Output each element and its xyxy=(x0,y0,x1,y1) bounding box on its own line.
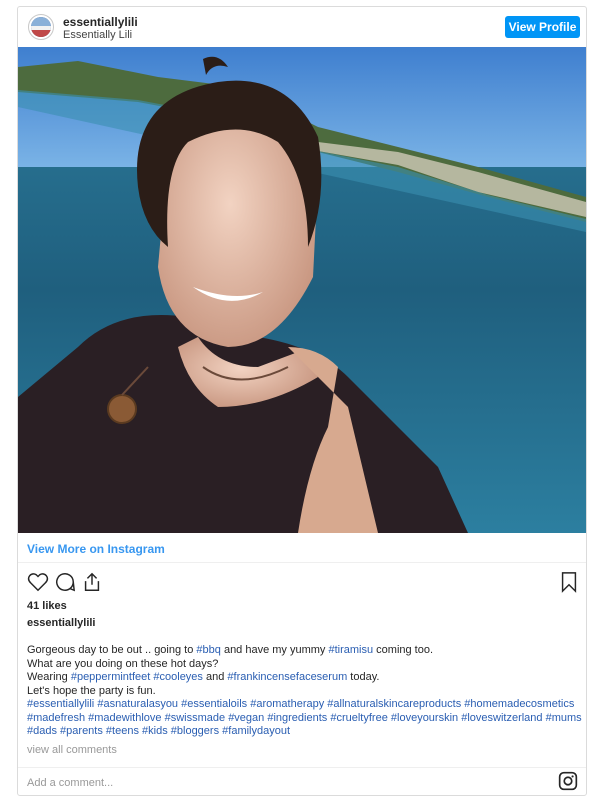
comment-icon[interactable] xyxy=(54,571,76,593)
divider xyxy=(18,562,586,563)
hashtag-link[interactable]: #vegan xyxy=(228,712,264,724)
hashtag-link[interactable]: #essentiallylili xyxy=(27,698,94,710)
caption-text: Gorgeous day to be out .. going to xyxy=(27,644,197,656)
hashtag-link[interactable]: #mums xyxy=(546,712,582,724)
like-count[interactable]: 41 likes xyxy=(27,600,67,612)
hashtag-link[interactable]: #crueltyfree xyxy=(330,712,387,724)
caption-text: What are you doing on these hot days? xyxy=(27,657,219,670)
username-link[interactable]: essentiallylili xyxy=(63,15,138,29)
caption-username[interactable]: essentiallylili xyxy=(27,617,95,629)
hashtag-link[interactable]: #bbq xyxy=(196,644,220,656)
caption-text: Wearing xyxy=(27,671,71,683)
share-icon[interactable] xyxy=(81,571,103,593)
display-name: Essentially Lili xyxy=(63,29,133,41)
caption-line: What are you doing on these hot days? xyxy=(27,658,579,672)
hashtag-link[interactable]: #frankincensefaceserum xyxy=(227,671,347,683)
hashtag-link[interactable]: #teens xyxy=(106,725,139,737)
hashtag-link[interactable]: #essentialoils xyxy=(181,698,247,710)
post-header: essentiallylili Essentially Lili View Pr… xyxy=(18,7,586,47)
avatar[interactable] xyxy=(28,14,54,40)
hashtag-link[interactable]: #loveswitzerland xyxy=(461,712,542,724)
hashtag-link[interactable]: #cooleyes xyxy=(153,671,203,683)
hashtag-link[interactable]: #aromatherapy xyxy=(250,698,324,710)
hashtag-link[interactable]: #madewithlove xyxy=(88,712,161,724)
caption-text: coming too. xyxy=(373,644,434,656)
hashtag-link[interactable]: #ingredients xyxy=(267,712,327,724)
post-photo[interactable] xyxy=(18,47,586,533)
hashtag-link[interactable]: #familydayout xyxy=(222,725,290,737)
hashtag-link[interactable]: #swissmade xyxy=(165,712,226,724)
view-profile-button[interactable]: View Profile xyxy=(505,16,580,38)
caption-text: Let's hope the party is fun. xyxy=(27,684,156,697)
hashtag-link[interactable]: #loveyourskin xyxy=(391,712,458,724)
caption-line: #essentiallylili #asnaturalasyou #essent… xyxy=(27,698,579,712)
action-bar xyxy=(27,571,579,595)
hashtag-link[interactable]: #parents xyxy=(60,725,103,737)
view-all-comments-link[interactable]: view all comments xyxy=(27,744,117,756)
caption-text: today. xyxy=(347,671,380,683)
hashtag-link[interactable]: #dads xyxy=(27,725,57,737)
view-more-on-instagram-link[interactable]: View More on Instagram xyxy=(27,542,165,556)
caption-text: and xyxy=(202,671,228,683)
hashtag-link[interactable]: #kids xyxy=(142,725,168,737)
hashtag-link[interactable]: #homemadecosmetics xyxy=(464,698,574,710)
caption-line: Wearing #peppermintfeet #cooleyes and #f… xyxy=(27,671,579,685)
caption-line: Gorgeous day to be out .. going to #bbq … xyxy=(27,644,579,658)
hashtag-link[interactable]: #asnaturalasyou xyxy=(97,698,178,710)
heart-icon[interactable] xyxy=(27,571,49,593)
instagram-icon[interactable] xyxy=(558,771,578,791)
add-comment-input[interactable] xyxy=(27,775,327,791)
comment-divider xyxy=(18,767,586,768)
instagram-embed-card: essentiallylili Essentially Lili View Pr… xyxy=(17,6,587,796)
hashtag-link[interactable]: #tiramisu xyxy=(328,644,373,656)
hashtag-link[interactable]: #madefresh xyxy=(27,712,85,724)
post-photo-image xyxy=(18,47,586,533)
hashtag-link[interactable]: #bloggers xyxy=(171,725,219,737)
caption-line: #madefresh #madewithlove #swissmade #veg… xyxy=(27,712,582,726)
avatar-image xyxy=(31,17,51,37)
caption-line: Let's hope the party is fun. xyxy=(27,685,579,699)
caption-text: and have my yummy xyxy=(220,644,329,656)
hashtag-link[interactable]: #peppermintfeet xyxy=(71,671,151,683)
hashtag-link[interactable]: #allnaturalskincareproducts xyxy=(327,698,461,710)
caption-line: #dads #parents #teens #kids #bloggers #f… xyxy=(27,725,579,739)
bookmark-icon[interactable] xyxy=(559,571,581,593)
caption: Gorgeous day to be out .. going to #bbq … xyxy=(27,644,582,739)
